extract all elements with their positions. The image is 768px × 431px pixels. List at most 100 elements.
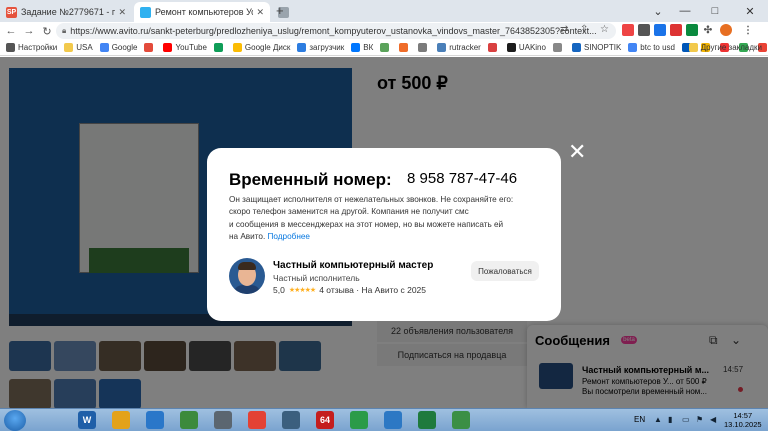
bookmark-item[interactable]: Google Диск	[232, 43, 290, 52]
bookmark-item[interactable]	[487, 43, 500, 52]
bookmark-label: загрузчик	[309, 43, 345, 52]
dialog-description: Он защищает исполнителя от нежелательных…	[229, 194, 541, 243]
bookmark-icon	[487, 43, 497, 52]
extension-icon[interactable]	[686, 24, 698, 36]
taskbar-app-icon[interactable]	[452, 411, 470, 429]
star-icon: ★★★★★	[288, 287, 316, 294]
network-icon[interactable]: ▮	[668, 415, 672, 424]
extension-icon[interactable]	[622, 24, 634, 36]
bookmark-icon	[437, 43, 447, 52]
bookmark-icon	[213, 43, 223, 52]
bookmark-item[interactable]: YouTube	[163, 43, 207, 52]
bookmark-item[interactable]	[380, 43, 392, 52]
bookmark-item[interactable]: загрузчик	[297, 43, 344, 52]
phone-number[interactable]: 8 958 787-47-46	[407, 170, 517, 187]
translate-icon[interactable]: ⇄	[560, 24, 568, 35]
task-site-icon: SP	[6, 6, 17, 18]
taskbar-app-icon[interactable]	[418, 411, 436, 429]
seller-name[interactable]: Частный компьютерный мастер	[273, 260, 433, 271]
back-icon[interactable]: ←	[4, 25, 18, 37]
tab-avito[interactable]: Ремонт компьютеров Установка ✕	[134, 2, 270, 22]
bookmark-icon	[506, 43, 516, 52]
bookmark-star-icon[interactable]: ☆	[600, 24, 609, 35]
bookmark-item[interactable]: ВК	[351, 43, 373, 52]
taskbar-app-icon[interactable]	[180, 411, 198, 429]
bookmark-icon	[571, 43, 581, 52]
other-bookmarks[interactable]: Другие закладки	[688, 43, 762, 52]
bookmark-label: ВК	[363, 43, 374, 52]
bookmark-item[interactable]: USA	[64, 43, 93, 52]
reload-icon[interactable]: ↻	[40, 25, 54, 38]
taskbar-app-icon[interactable]	[350, 411, 368, 429]
extension-icon[interactable]	[638, 24, 650, 36]
url-bar[interactable]: 🔒︎ https://www.avito.ru/sankt-peterburg/…	[56, 23, 616, 39]
seller-role: Частный исполнитель	[273, 273, 360, 283]
tab-search-icon[interactable]: ⌄	[648, 0, 668, 22]
bookmark-icon	[418, 43, 428, 52]
taskbar-app-icon[interactable]	[214, 411, 232, 429]
tab-task[interactable]: SP Задание №2779671 - просмотр з ✕	[0, 2, 132, 22]
extension-icon[interactable]	[654, 24, 666, 36]
bookmark-item[interactable]: UAKino	[506, 43, 546, 52]
report-button[interactable]: Пожаловаться	[471, 261, 539, 281]
taskbar-app-icon[interactable]: W	[78, 411, 96, 429]
browser-tab-bar: SP Задание №2779671 - просмотр з ✕ Ремон…	[0, 0, 768, 22]
close-icon[interactable]: ✕	[256, 7, 264, 18]
bookmark-item[interactable]	[399, 43, 411, 52]
maximize-button[interactable]: □	[700, 0, 730, 22]
bookmark-icon	[628, 43, 638, 52]
extension-icon[interactable]	[670, 24, 682, 36]
minimize-button[interactable]: —	[670, 0, 700, 22]
bookmark-icon	[64, 43, 74, 52]
dialog-title: Временный номер:	[229, 170, 392, 189]
close-icon[interactable]: ✕	[568, 141, 586, 163]
clock-time: 14:57	[733, 411, 753, 420]
bookmark-item[interactable]: Настройки	[6, 43, 57, 52]
reviews-link[interactable]: 4 отзыва · На Авито с 2025	[319, 285, 426, 295]
puzzle-icon[interactable]: ✣	[702, 24, 714, 36]
bookmark-item[interactable]: Google	[99, 43, 138, 52]
system-clock[interactable]: 14:57 13.10.2025	[724, 411, 762, 429]
bookmark-label: Google	[111, 43, 138, 52]
close-icon[interactable]: ✕	[118, 7, 126, 18]
tray-arrow-icon[interactable]: ▲	[654, 415, 662, 424]
bookmark-item[interactable]	[144, 43, 156, 52]
volume-icon[interactable]: ◀	[710, 415, 716, 424]
bookmark-item[interactable]: btc to usd	[628, 43, 675, 52]
taskbar-app-icon[interactable]	[282, 411, 300, 429]
bookmark-icon	[163, 43, 173, 52]
taskbar-app-icon[interactable]	[248, 411, 266, 429]
bookmarks-bar: Настройки USA Google YouTube Google Диск загр…	[0, 40, 768, 56]
battery-icon[interactable]: ▭	[682, 415, 690, 424]
description-line: скоро телефон заменится на другой. Компа…	[229, 207, 469, 217]
bookmark-item[interactable]	[213, 43, 226, 52]
bookmark-label: UAKino	[518, 43, 546, 52]
taskbar-app-icon[interactable]	[384, 411, 402, 429]
clock-date: 13.10.2025	[724, 420, 762, 429]
bookmark-icon	[552, 43, 562, 52]
language-indicator[interactable]: EN	[634, 415, 645, 424]
avatar[interactable]	[720, 24, 732, 36]
bookmark-label: rutracker	[449, 43, 481, 52]
taskbar-app-icon[interactable]: 64	[316, 411, 334, 429]
seller-avatar[interactable]	[229, 258, 265, 294]
flag-icon[interactable]: ⚑	[696, 415, 703, 424]
bookmark-item[interactable]: SINOPTIK	[571, 43, 621, 52]
bookmark-icon	[144, 43, 154, 52]
page-content: от 500 ₽ 22 объявления пользователя Подп…	[0, 57, 768, 408]
bookmark-item[interactable]	[552, 43, 565, 52]
bookmark-icon	[380, 43, 390, 52]
close-window-button[interactable]: ✕	[732, 0, 768, 22]
menu-icon[interactable]: ⋮	[742, 24, 754, 36]
share-icon[interactable]: ⇪	[580, 24, 588, 35]
forward-icon[interactable]: →	[22, 25, 36, 37]
bookmark-item[interactable]: rutracker	[437, 43, 481, 52]
new-tab-button[interactable]: +	[276, 3, 284, 18]
bookmark-item[interactable]	[418, 43, 430, 52]
taskbar-app-icon[interactable]	[112, 411, 130, 429]
start-button[interactable]	[4, 410, 26, 431]
bookmark-label: USA	[76, 43, 93, 52]
description-line: Он защищает исполнителя от нежелательных…	[229, 195, 514, 204]
more-link[interactable]: Подробнее	[268, 232, 310, 241]
taskbar-app-icon[interactable]	[146, 411, 164, 429]
